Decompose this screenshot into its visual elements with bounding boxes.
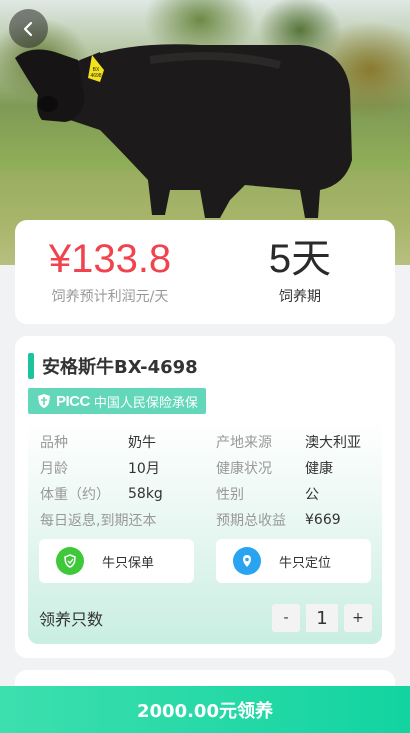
feeding-period-label: 饲养期 xyxy=(279,289,321,305)
cattle-detail-card: 安格斯牛BX-4698 PICC 中国人民保险承保 品种 奶牛 产地来源 澳大利… xyxy=(15,336,395,658)
quantity-label: 领养只数 xyxy=(39,610,104,629)
quantity-value[interactable]: 1 xyxy=(306,604,338,632)
insurance-badge: PICC 中国人民保险承保 xyxy=(28,388,206,414)
chevron-left-icon xyxy=(23,21,32,36)
feeding-period: 5天 饲养期 xyxy=(205,220,395,324)
origin-value: 澳大利亚 xyxy=(305,435,361,451)
daily-profit-label: 饲养预计利润元/天 xyxy=(51,289,169,305)
origin-label: 产地来源 xyxy=(216,435,272,451)
info-grid: 品种 奶牛 产地来源 澳大利亚 月龄 10月 健康状况 健康 体重（约） 58k… xyxy=(40,429,380,533)
insurance-policy-button[interactable]: 牛只保单 xyxy=(39,539,194,583)
return-policy-text: 每日返息,到期还本 xyxy=(40,513,157,529)
sex-label: 性别 xyxy=(216,487,244,503)
location-pin-icon xyxy=(233,547,261,575)
health-label: 健康状况 xyxy=(216,461,272,477)
picc-shield-icon xyxy=(38,394,50,408)
age-label: 月龄 xyxy=(40,461,68,477)
info-row: 体重（约） 58kg 性别 公 xyxy=(40,481,380,507)
title-accent-bar xyxy=(28,353,34,379)
cattle-info-panel: 品种 奶牛 产地来源 澳大利亚 月龄 10月 健康状况 健康 体重（约） 58k… xyxy=(28,421,382,644)
cattle-title-row: 安格斯牛BX-4698 xyxy=(28,353,198,379)
adopt-button[interactable]: 2000.00元领养 xyxy=(0,686,410,733)
info-row: 品种 奶牛 产地来源 澳大利亚 xyxy=(40,429,380,455)
insurer-text: 中国人民保险承保 xyxy=(93,395,198,411)
age-value: 10月 xyxy=(128,461,160,477)
picc-logo-text: PICC xyxy=(56,392,90,410)
total-return-label: 预期总收益 xyxy=(216,513,286,529)
total-return-value: ¥669 xyxy=(305,512,341,528)
profit-card: ¥133.8 饲养预计利润元/天 5天 饲养期 xyxy=(15,220,395,324)
cattle-name: 安格斯牛BX-4698 xyxy=(42,357,198,378)
sex-value: 公 xyxy=(305,487,319,503)
svg-text:4698: 4698 xyxy=(90,73,101,79)
breed-value: 奶牛 xyxy=(128,435,156,451)
feeding-period-value: 5天 xyxy=(268,237,332,281)
daily-profit-value: ¥133.8 xyxy=(48,237,172,281)
health-value: 健康 xyxy=(305,461,333,477)
weight-label: 体重（约） xyxy=(40,487,110,503)
policy-icon xyxy=(56,547,84,575)
daily-profit: ¥133.8 饲养预计利润元/天 xyxy=(15,220,205,324)
info-row: 月龄 10月 健康状况 健康 xyxy=(40,455,380,481)
back-button[interactable] xyxy=(9,9,48,48)
cattle-location-button[interactable]: 牛只定位 xyxy=(216,539,371,583)
weight-value: 58kg xyxy=(128,486,163,502)
quantity-decrease-button[interactable]: - xyxy=(272,604,300,632)
cattle-location-label: 牛只定位 xyxy=(279,555,332,571)
quantity-row: 领养只数 - 1 + xyxy=(39,603,372,633)
breed-label: 品种 xyxy=(40,435,68,451)
quantity-increase-button[interactable]: + xyxy=(344,604,372,632)
insurance-policy-label: 牛只保单 xyxy=(102,555,155,571)
info-row: 每日返息,到期还本 预期总收益 ¥669 xyxy=(40,507,380,533)
